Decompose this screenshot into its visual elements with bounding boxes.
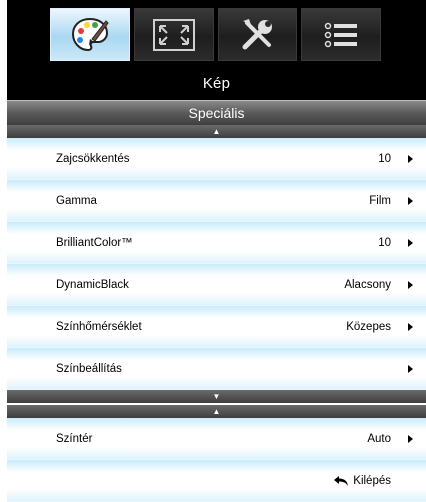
tab-image[interactable] xyxy=(50,8,130,61)
row-value: Film xyxy=(369,194,391,207)
tab-options[interactable] xyxy=(301,8,381,61)
menu-row-gamma[interactable]: Gamma Film xyxy=(7,180,426,222)
scroll-up-arrow-icon: ▲ xyxy=(212,406,221,416)
chevron-right-icon xyxy=(408,364,413,373)
scroll-up-bar-2[interactable]: ▲ xyxy=(7,405,426,418)
row-value: Közepes xyxy=(346,320,391,333)
scroll-up-bar[interactable]: ▲ xyxy=(7,125,426,138)
row-value: 10 xyxy=(378,152,391,165)
scroll-down-bar[interactable]: ▼ xyxy=(7,390,426,403)
menu-row-szinhomerseklet[interactable]: Színhőmérséklet Közepes xyxy=(7,306,426,348)
tools-icon xyxy=(242,18,273,49)
list-icon xyxy=(324,22,358,47)
menu-row-szinter[interactable]: Színtér Auto xyxy=(7,418,426,460)
chevron-right-icon xyxy=(408,434,413,443)
return-arrow-icon xyxy=(334,475,349,486)
row-value: 10 xyxy=(378,236,391,249)
row-value: Auto xyxy=(367,432,391,445)
row-label: Gamma xyxy=(56,194,97,207)
row-label: Zajcsökkentés xyxy=(56,152,130,165)
row-label: BrilliantColor™ xyxy=(56,236,133,249)
scroll-up-arrow-icon: ▲ xyxy=(212,126,221,136)
settings-list-page-1: ▲ Zajcsökkentés 10 Gamma Film BrilliantC… xyxy=(7,125,426,403)
chevron-right-icon xyxy=(408,238,413,247)
tab-setup[interactable] xyxy=(217,8,298,61)
chevron-right-icon xyxy=(408,280,413,289)
exit-button[interactable]: Kilépés xyxy=(333,475,391,487)
scroll-down-arrow-icon: ▼ xyxy=(212,391,221,401)
row-value: Alacsony xyxy=(344,278,391,291)
menu-row-szinbeallitas[interactable]: Színbeállítás xyxy=(7,348,426,390)
settings-list-page-2: ▲ Színtér Auto Kilépés xyxy=(7,405,426,502)
row-label: Színtér xyxy=(56,432,93,445)
menu-row-brilliantcolor[interactable]: BrilliantColor™ 10 xyxy=(7,222,426,264)
submenu-title-bar: Speciális xyxy=(7,100,426,125)
chevron-right-icon xyxy=(408,196,413,205)
row-label: Színbeállítás xyxy=(56,362,122,375)
menu-tab-bar xyxy=(50,8,381,61)
menu-row-zajcsokkentes[interactable]: Zajcsökkentés 10 xyxy=(7,138,426,180)
display-frame-icon xyxy=(152,18,195,51)
chevron-right-icon xyxy=(408,154,413,163)
tab-display[interactable] xyxy=(133,8,214,61)
menu-row-dynamicblack[interactable]: DynamicBlack Alacsony xyxy=(7,264,426,306)
exit-label: Kilépés xyxy=(353,474,391,487)
menu-header-panel: Kép Speciális xyxy=(7,0,426,125)
submenu-title: Speciális xyxy=(188,105,245,121)
exit-row[interactable]: Kilépés xyxy=(7,460,426,502)
palette-icon xyxy=(71,17,109,51)
row-label: DynamicBlack xyxy=(56,278,129,291)
chevron-right-icon xyxy=(408,322,413,331)
row-label: Színhőmérséklet xyxy=(56,320,142,333)
menu-title: Kép xyxy=(202,75,231,92)
